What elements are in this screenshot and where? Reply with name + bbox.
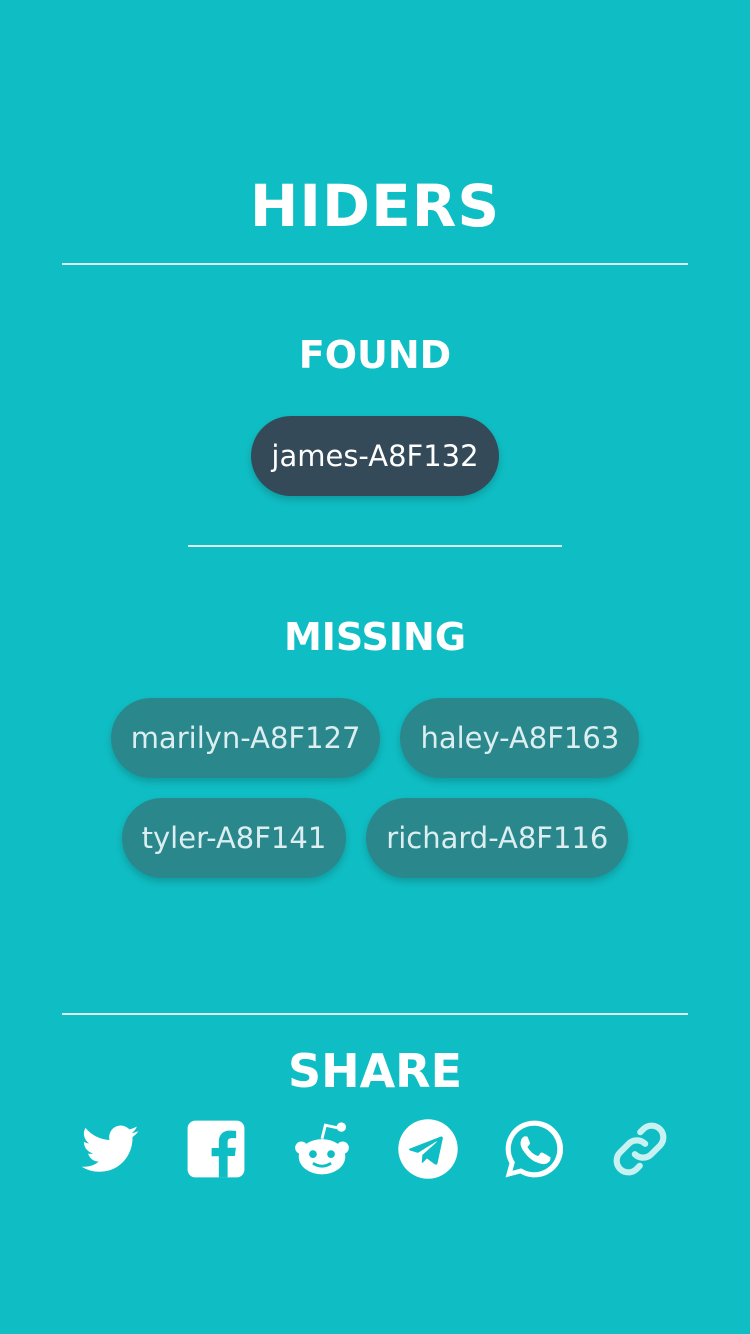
player-chip-missing[interactable]: marilyn-A8F127 [110, 698, 381, 778]
section-divider [188, 545, 562, 547]
share-divider [62, 1013, 688, 1015]
telegram-icon[interactable] [397, 1118, 459, 1180]
twitter-icon[interactable] [79, 1118, 141, 1180]
facebook-icon[interactable] [185, 1118, 247, 1180]
player-chip-found[interactable]: james-A8F132 [251, 416, 499, 496]
share-section-title: SHARE [287, 1044, 463, 1098]
missing-list-row: marilyn-A8F127 haley-A8F163 [0, 698, 750, 778]
missing-list-row: tyler-A8F141 richard-A8F116 [0, 798, 750, 878]
link-icon[interactable] [609, 1118, 671, 1180]
found-section-title: FOUND [298, 333, 452, 377]
player-chip-missing[interactable]: haley-A8F163 [400, 698, 640, 778]
share-icons [0, 1118, 750, 1182]
whatsapp-icon[interactable] [503, 1118, 565, 1180]
player-chip-missing[interactable]: tyler-A8F141 [121, 798, 347, 878]
title-divider [62, 263, 688, 265]
missing-section-title: MISSING [283, 615, 467, 659]
player-chip-missing[interactable]: richard-A8F116 [366, 798, 629, 878]
reddit-icon[interactable] [291, 1118, 353, 1180]
found-list: james-A8F132 [0, 416, 750, 496]
page-title: HIDERS [249, 172, 501, 240]
